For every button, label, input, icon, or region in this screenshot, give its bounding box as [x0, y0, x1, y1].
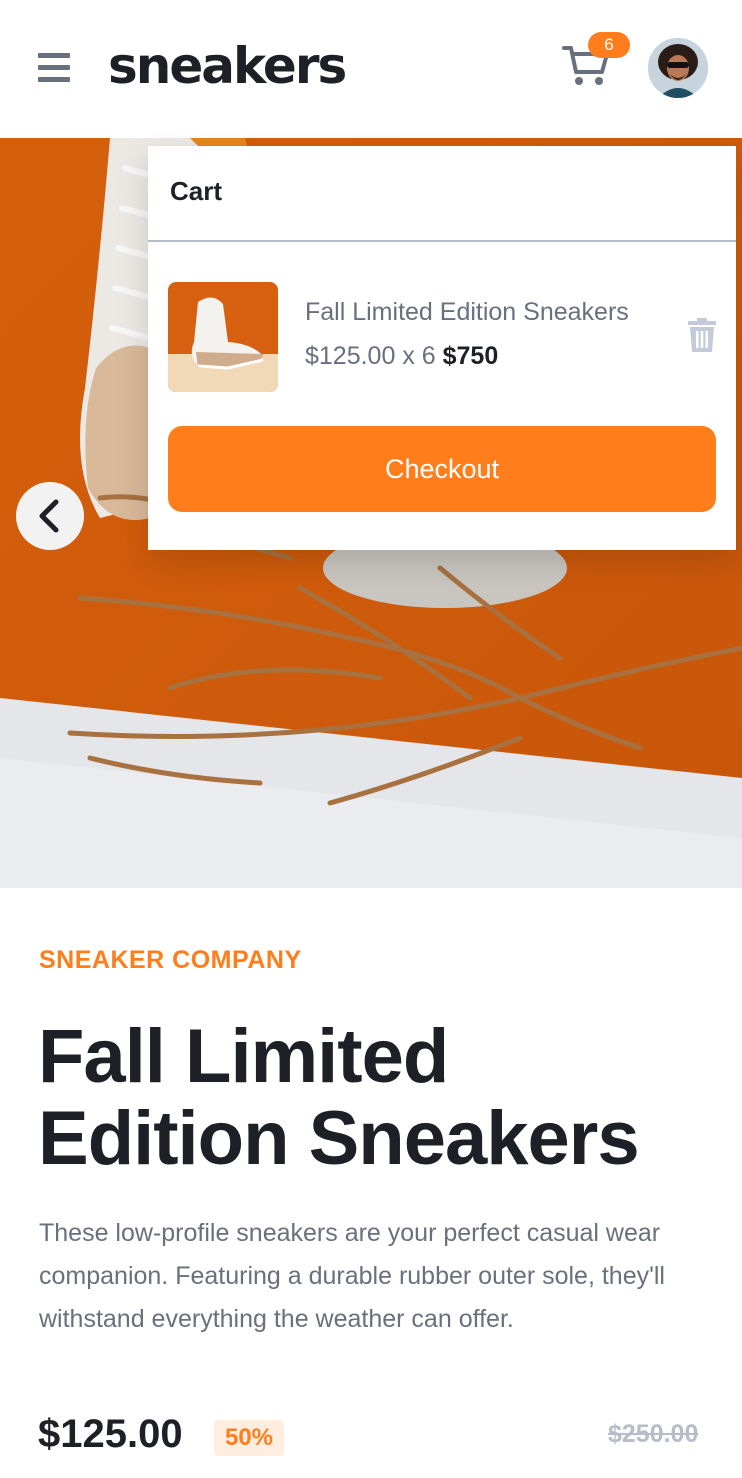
cart-title: Cart — [170, 176, 223, 206]
discount-badge: 50% — [214, 1420, 284, 1456]
cart-item-price-line: $125.00 x 6 $750 — [305, 342, 498, 371]
cart-dropdown: Cart Fall Limited Edition Sneakers $125.… — [148, 146, 736, 550]
site-header: sneakers 6 — [0, 0, 742, 138]
cart-count-badge: 6 — [588, 32, 630, 58]
user-avatar[interactable] — [648, 38, 708, 98]
hamburger-menu-icon[interactable] — [38, 53, 70, 85]
company-label: SNEAKER COMPANY — [39, 946, 302, 974]
chevron-left-icon — [39, 499, 59, 533]
cart-item-name: Fall Limited Edition Sneakers — [305, 298, 629, 326]
cart-divider — [148, 240, 736, 242]
cart-item-total: $750 — [442, 342, 499, 370]
product-title: Fall Limited Edition Sneakers — [38, 1014, 640, 1181]
trash-icon[interactable] — [688, 318, 716, 352]
site-logo[interactable]: sneakers — [108, 34, 347, 98]
current-price: $125.00 — [38, 1412, 183, 1456]
previous-image-button[interactable] — [16, 482, 84, 550]
checkout-button[interactable]: Checkout — [168, 426, 716, 512]
cart-item-thumbnail — [168, 282, 278, 392]
original-price: $250.00 — [608, 1420, 699, 1448]
cart-item-quantity: x 6 — [395, 342, 443, 370]
cart-item-unit-price: $125.00 — [305, 342, 396, 370]
product-description: These low-profile sneakers are your perf… — [39, 1219, 665, 1333]
